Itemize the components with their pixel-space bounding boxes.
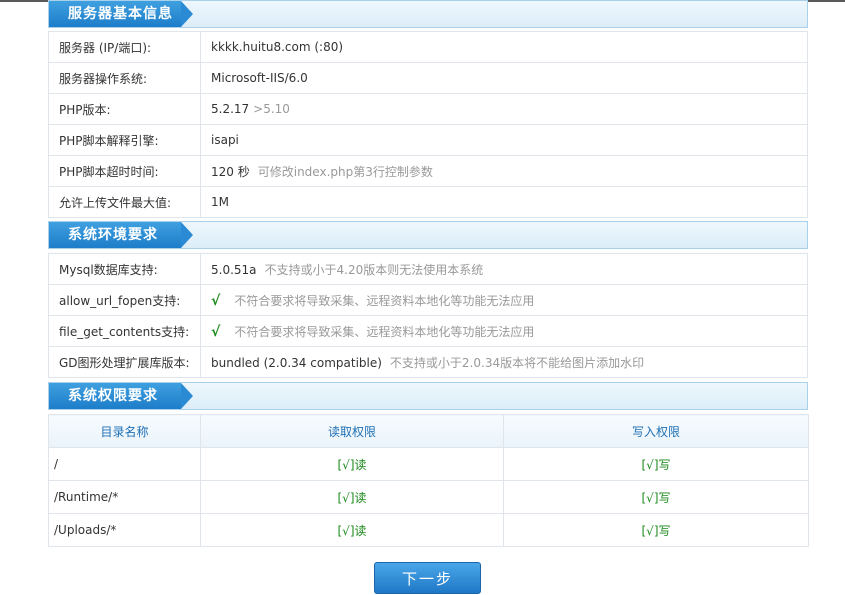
row-label: PHP脚本解释引擎: — [48, 124, 201, 156]
row-label: 服务器操作系统: — [48, 62, 201, 94]
row-label: allow_url_fopen支持: — [48, 284, 201, 316]
dir-path: /Runtime/* — [48, 480, 201, 514]
read-status: [√]读 — [200, 447, 504, 481]
section-title-server-info: 服务器基本信息 — [49, 1, 193, 27]
row-label: GD图形处理扩展库版本: — [48, 346, 201, 378]
row-value: isapi — [200, 124, 808, 156]
section-header-server-info: 服务器基本信息 — [48, 0, 808, 28]
row-value: 1M — [200, 186, 808, 218]
value-note: 不支持或小于4.20版本则无法使用本系统 — [264, 262, 484, 277]
row-value: kkkk.huitu8.com (:80) — [200, 31, 808, 63]
write-status: [√]写 — [503, 513, 809, 547]
table-row: Mysql数据库支持: 5.0.51a 不支持或小于4.20版本则无法使用本系统 — [48, 253, 808, 285]
env-info-table: Mysql数据库支持: 5.0.51a 不支持或小于4.20版本则无法使用本系统 … — [48, 253, 808, 378]
section-header-perm: 系统权限要求 — [48, 382, 808, 410]
table-row: /Uploads/* [√]读 [√]写 — [48, 513, 809, 547]
value-note: 不符合要求将导致采集、远程资料本地化等功能无法应用 — [234, 324, 535, 339]
value-text: Microsoft-IIS/6.0 — [211, 71, 308, 85]
read-status: [√]读 — [200, 513, 504, 547]
section-title-perm: 系统权限要求 — [49, 383, 193, 409]
row-label: file_get_contents支持: — [48, 315, 201, 347]
row-value: 5.2.17 >5.10 — [200, 93, 808, 125]
value-text: 120 秒 — [211, 164, 250, 179]
row-label: PHP脚本超时时间: — [48, 155, 201, 187]
value-note: 不符合要求将导致采集、远程资料本地化等功能无法应用 — [234, 293, 535, 308]
table-row: GD图形处理扩展库版本: bundled (2.0.34 compatible)… — [48, 346, 808, 378]
table-row: /Runtime/* [√]读 [√]写 — [48, 480, 809, 514]
row-label: 允许上传文件最大值: — [48, 186, 201, 218]
column-header: 读取权限 — [200, 414, 504, 448]
table-row: 服务器 (IP/端口): kkkk.huitu8.com (:80) — [48, 31, 808, 63]
table-header-row: 目录名称 读取权限 写入权限 — [48, 414, 809, 448]
row-label: 服务器 (IP/端口): — [48, 31, 201, 63]
column-header: 写入权限 — [503, 414, 809, 448]
value-note: 可修改index.php第3行控制参数 — [257, 164, 433, 179]
value-text: 5.0.51a — [211, 262, 257, 277]
value-text: 5.2.17 — [211, 102, 250, 116]
write-status: [√]写 — [503, 480, 809, 514]
value-text: kkkk.huitu8.com (:80) — [211, 40, 344, 54]
value-note: 不支持或小于2.0.34版本将不能给图片添加水印 — [389, 355, 645, 370]
table-row: allow_url_fopen支持: √ 不符合要求将导致采集、远程资料本地化等功… — [48, 284, 808, 316]
read-status: [√]读 — [200, 480, 504, 514]
value-text: 1M — [211, 195, 229, 209]
row-label: PHP版本: — [48, 93, 201, 125]
write-status: [√]写 — [503, 447, 809, 481]
check-icon: √ — [211, 323, 221, 340]
table-row: file_get_contents支持: √ 不符合要求将导致采集、远程资料本地化… — [48, 315, 808, 347]
table-row: PHP脚本解释引擎: isapi — [48, 124, 808, 156]
row-label: Mysql数据库支持: — [48, 253, 201, 285]
column-header: 目录名称 — [48, 414, 201, 448]
value-note: >5.10 — [253, 102, 290, 116]
server-info-table: 服务器 (IP/端口): kkkk.huitu8.com (:80) 服务器操作… — [48, 31, 808, 218]
row-value: bundled (2.0.34 compatible) 不支持或小于2.0.34版… — [200, 346, 808, 378]
row-value: 120 秒可修改index.php第3行控制参数 — [200, 155, 808, 187]
value-text: isapi — [211, 133, 239, 147]
table-row: PHP脚本超时时间: 120 秒可修改index.php第3行控制参数 — [48, 155, 808, 187]
next-step-button[interactable]: 下一步 — [374, 562, 481, 594]
table-row: 服务器操作系统: Microsoft-IIS/6.0 — [48, 62, 808, 94]
row-value: √ 不符合要求将导致采集、远程资料本地化等功能无法应用 — [200, 315, 808, 347]
table-row: 允许上传文件最大值: 1M — [48, 186, 808, 218]
section-header-env: 系统环境要求 — [48, 221, 808, 249]
check-icon: √ — [211, 292, 221, 309]
dir-path: / — [48, 447, 201, 481]
section-title-env: 系统环境要求 — [49, 222, 193, 248]
row-value: √ 不符合要求将导致采集、远程资料本地化等功能无法应用 — [200, 284, 808, 316]
value-text: bundled (2.0.34 compatible) — [211, 355, 382, 370]
table-row: / [√]读 [√]写 — [48, 447, 809, 481]
table-row: PHP版本: 5.2.17 >5.10 — [48, 93, 808, 125]
dir-path: /Uploads/* — [48, 513, 201, 547]
row-value: Microsoft-IIS/6.0 — [200, 62, 808, 94]
row-value: 5.0.51a 不支持或小于4.20版本则无法使用本系统 — [200, 253, 808, 285]
permission-table: 目录名称 读取权限 写入权限 / [√]读 [√]写 /Runtime/* [√… — [48, 414, 809, 547]
